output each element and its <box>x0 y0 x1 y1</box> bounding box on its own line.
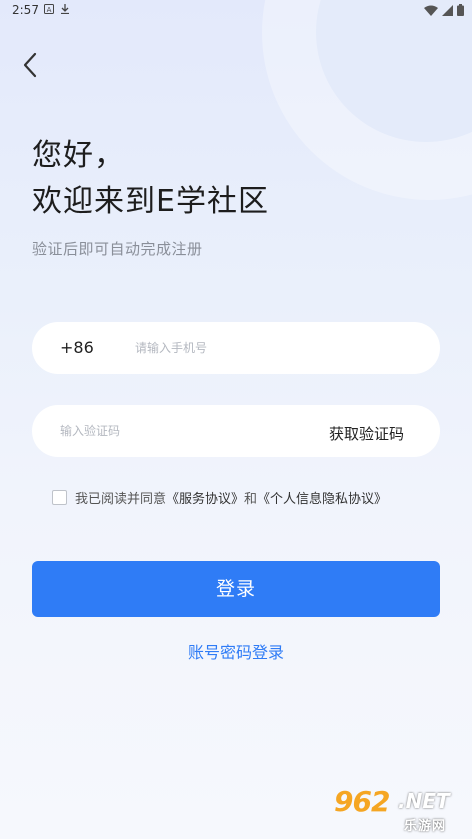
verification-code-field: 获取验证码 <box>32 405 440 457</box>
country-code[interactable]: +86 <box>60 338 94 357</box>
phone-input[interactable] <box>135 339 415 357</box>
login-button[interactable]: 登录 <box>32 561 440 617</box>
verification-code-input[interactable] <box>60 422 290 440</box>
signal-icon <box>442 4 453 16</box>
download-icon <box>61 4 69 14</box>
watermark-sub: 乐游网 <box>404 819 447 834</box>
password-login-link[interactable]: 账号密码登录 <box>0 639 472 663</box>
phone-field: +86 <box>32 322 440 374</box>
svg-text:A: A <box>47 6 52 14</box>
wifi-icon <box>424 5 438 16</box>
battery-icon <box>457 4 464 16</box>
back-button[interactable] <box>18 50 46 80</box>
page-subtitle: 验证后即可自动完成注册 <box>32 240 203 258</box>
login-screen: 2:57 A 您好， 欢迎来到E学社区 验证后即可自动完成注册 +86 请输入手… <box>0 0 472 839</box>
watermark-net: .NET <box>398 789 450 813</box>
agreement-prefix: 我已阅读并同意 <box>75 492 167 507</box>
privacy-agreement-link[interactable]: 《个人信息隐私协议》 <box>257 488 387 507</box>
agreement-checkbox[interactable] <box>52 490 67 505</box>
status-time: 2:57 <box>12 3 39 17</box>
greeting-title: 您好， 欢迎来到E学社区 <box>32 133 269 225</box>
status-bar: 2:57 A <box>0 0 472 20</box>
status-right-icons <box>424 4 464 16</box>
greeting-line-1: 您好， <box>32 138 125 173</box>
service-agreement-link[interactable]: 《服务协议》 <box>166 488 244 507</box>
agreement-and: 和 <box>244 492 258 507</box>
get-code-button[interactable]: 获取验证码 <box>329 423 404 444</box>
agreement-row: 我已阅读并同意 《服务协议》 和 《个人信息隐私协议》 <box>52 488 387 507</box>
site-watermark-logo: 962 .NET 乐游网 <box>334 785 464 834</box>
greeting-line-2: 欢迎来到E学社区 <box>32 184 269 219</box>
watermark-brand: 962 <box>334 785 390 818</box>
notification-a-icon: A <box>44 4 54 14</box>
